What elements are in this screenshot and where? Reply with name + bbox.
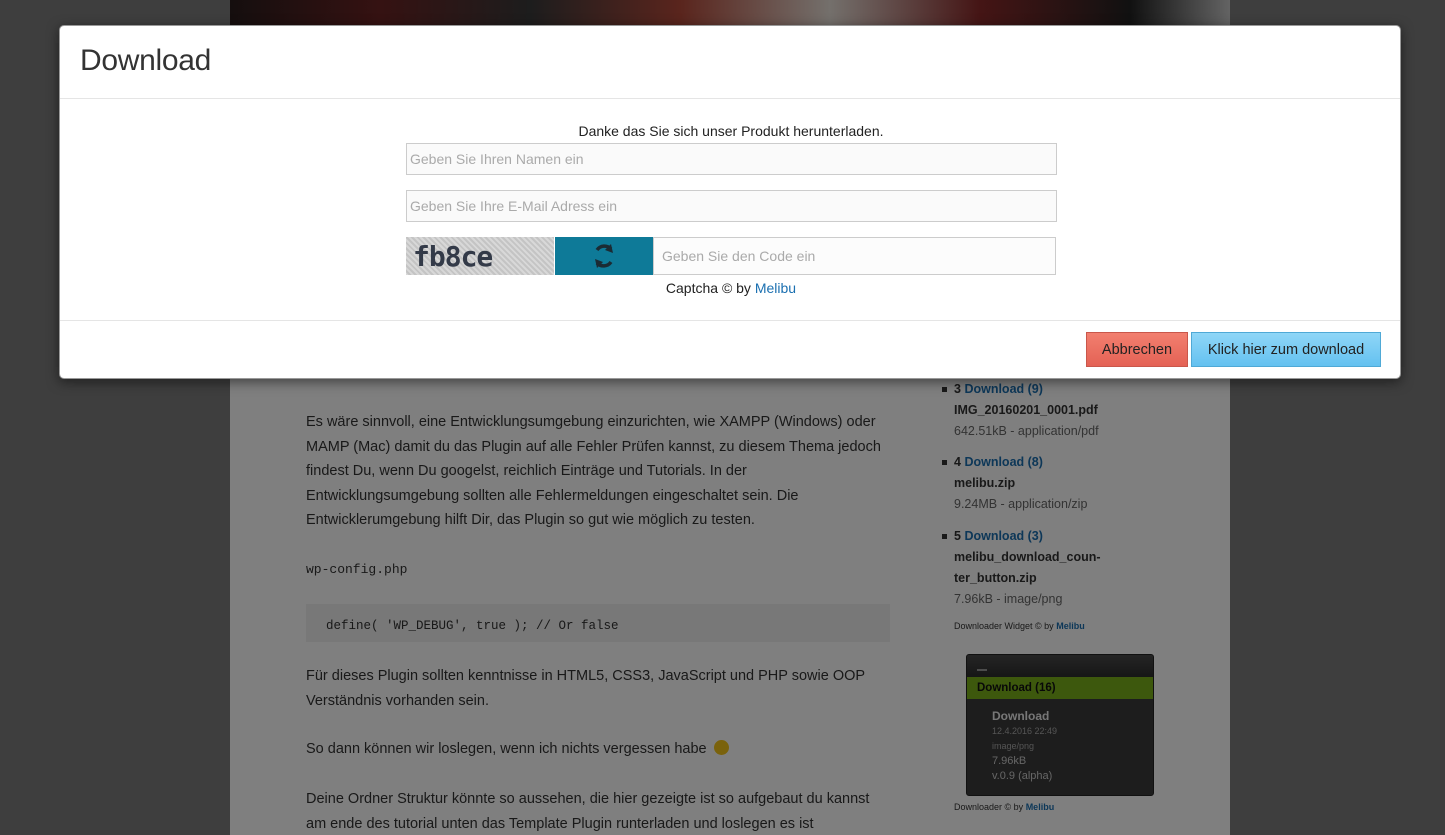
- cancel-button[interactable]: Abbrechen: [1086, 332, 1188, 367]
- refresh-icon: [595, 244, 613, 268]
- modal-header: Download: [60, 26, 1400, 99]
- captcha-image: fb8ce: [406, 237, 554, 275]
- email-input[interactable]: [406, 190, 1057, 222]
- download-modal: Download Danke das Sie sich unser Produk…: [59, 25, 1401, 379]
- modal-title: Download: [80, 44, 212, 77]
- captcha-credit-link[interactable]: Melibu: [755, 280, 796, 296]
- captcha-credit-text: Captcha © by: [665, 280, 751, 296]
- captcha-text: fb8ce: [413, 240, 493, 273]
- captcha-code-input[interactable]: [653, 237, 1056, 275]
- modal-body: Danke das Sie sich unser Produkt herunte…: [60, 99, 1400, 321]
- modal-footer: Abbrechen Klick hier zum download: [60, 321, 1400, 378]
- name-input[interactable]: [406, 143, 1057, 175]
- captcha-credit: Captcha © by Melibu: [60, 280, 1402, 296]
- captcha-refresh-button[interactable]: [555, 237, 653, 275]
- download-button[interactable]: Klick hier zum download: [1191, 332, 1381, 367]
- intro-text: Danke das Sie sich unser Produkt herunte…: [578, 123, 884, 139]
